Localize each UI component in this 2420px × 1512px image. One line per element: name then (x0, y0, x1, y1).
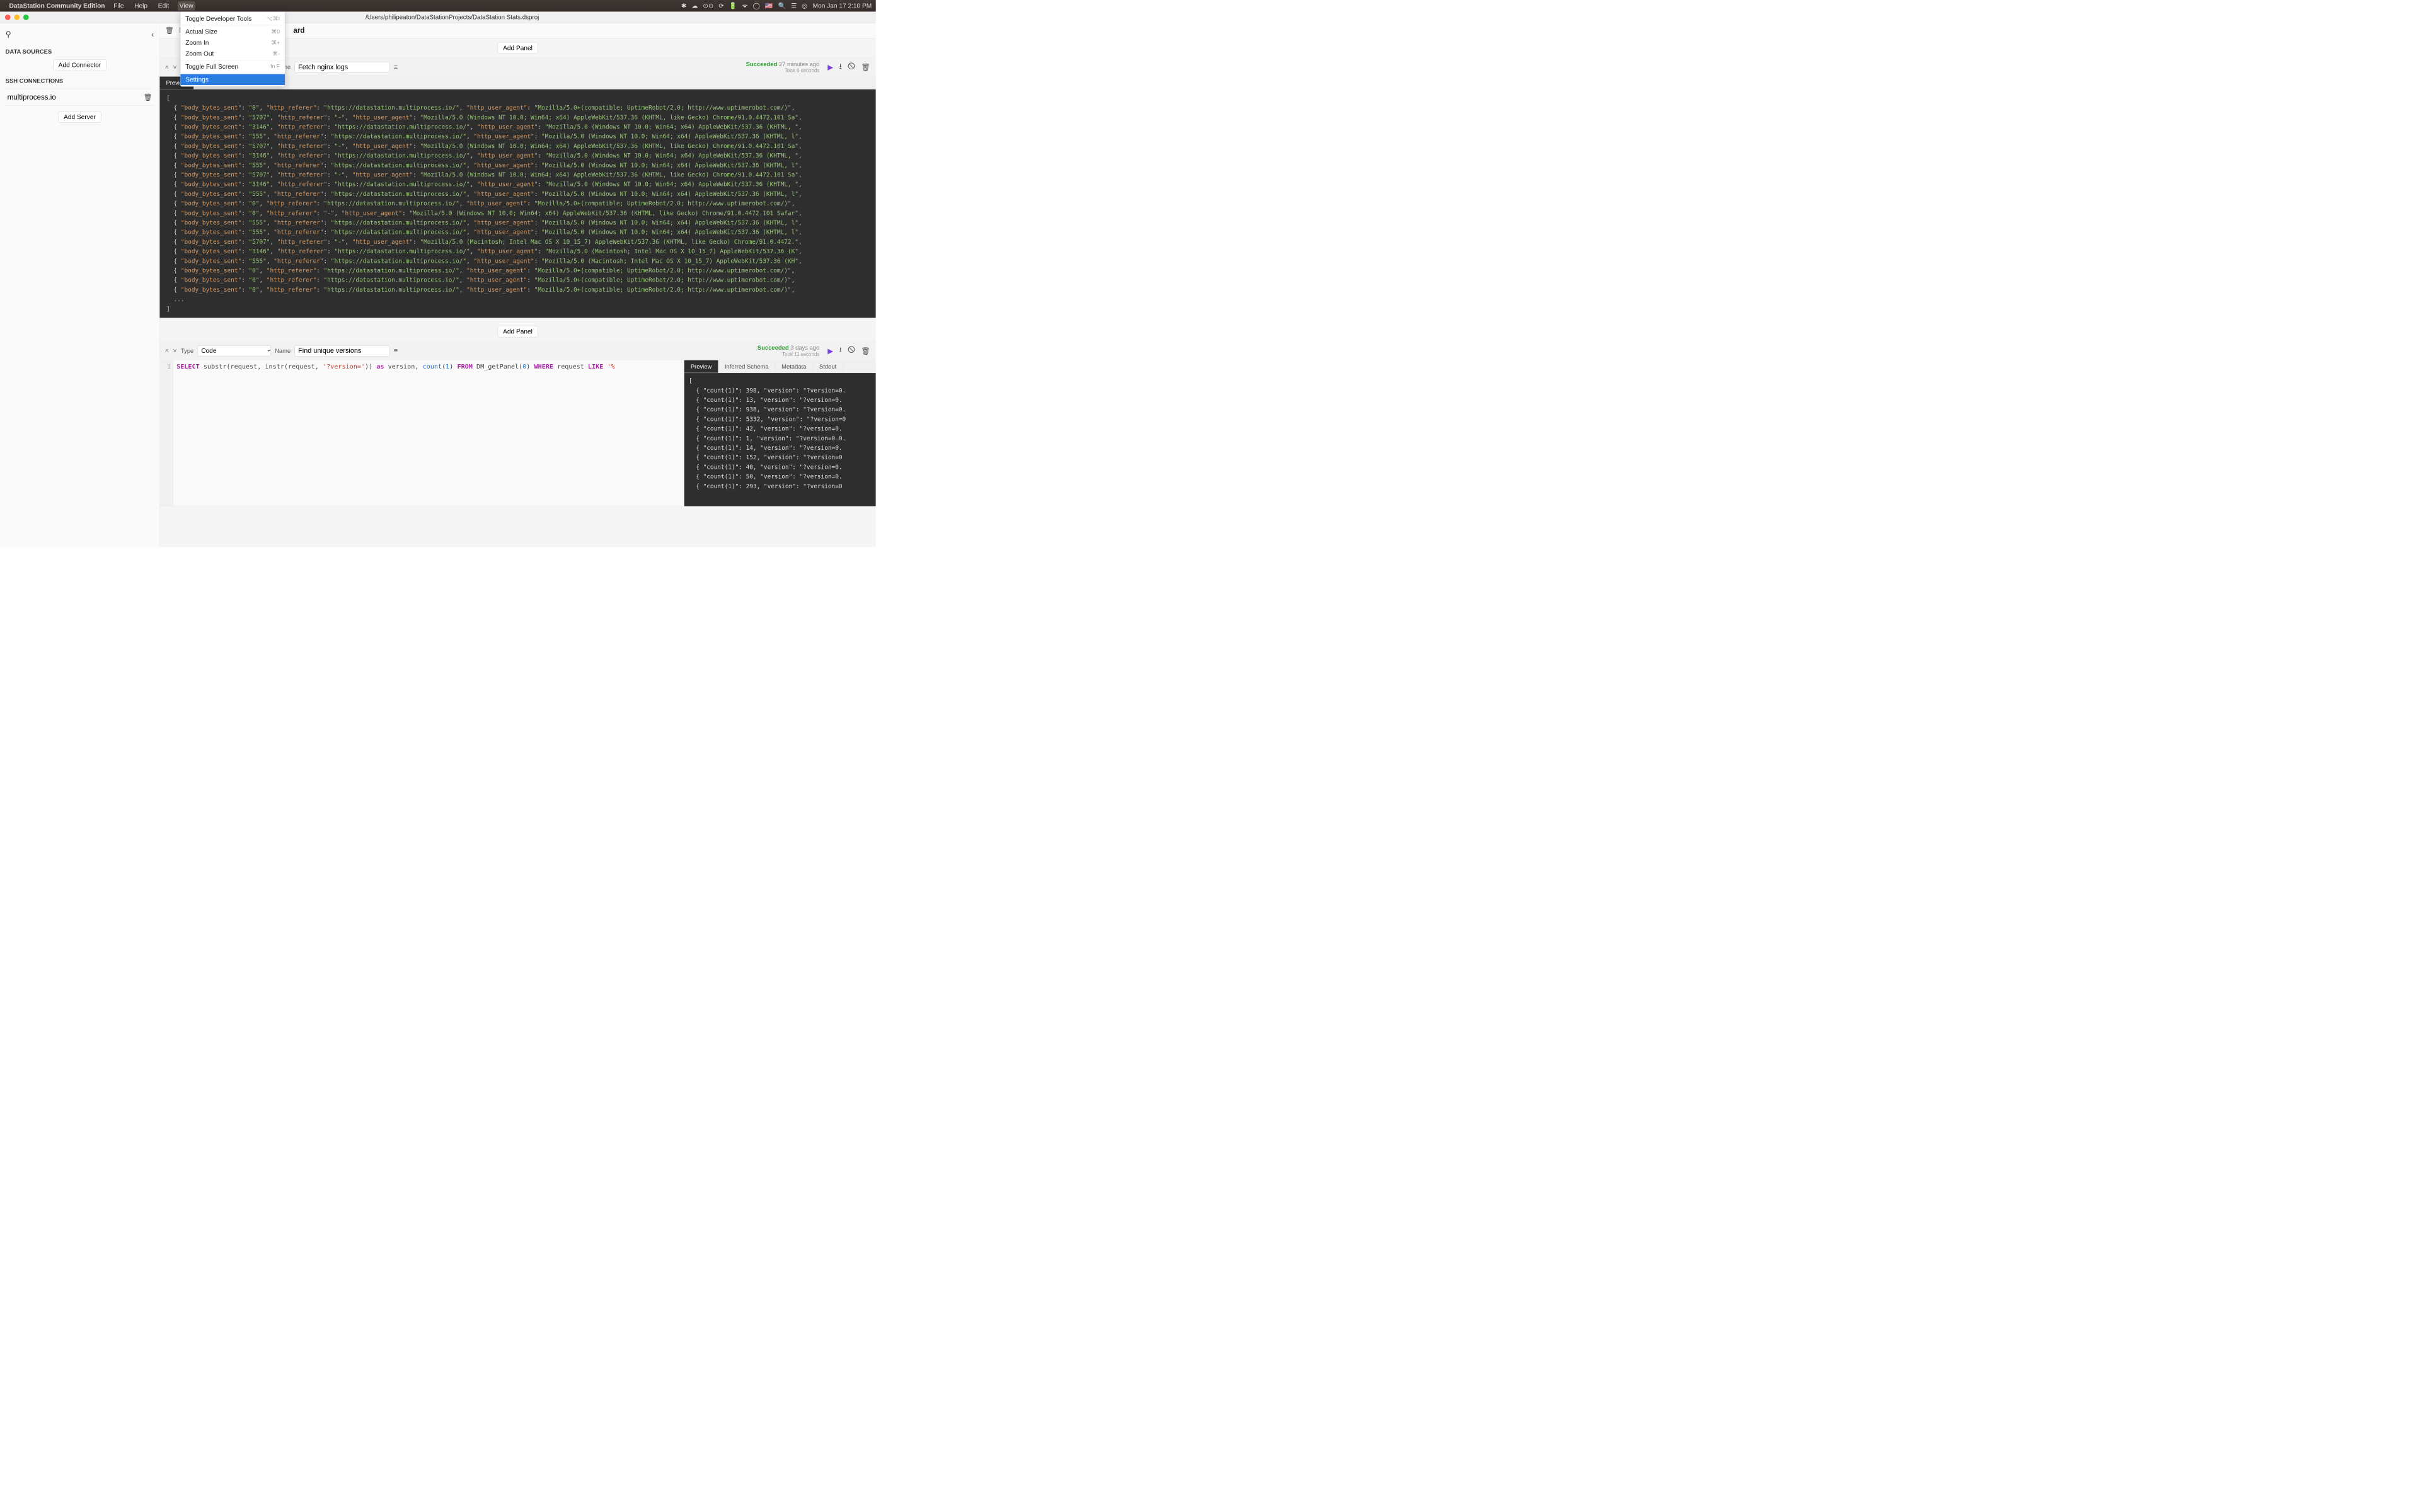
menu-zoom-in[interactable]: Zoom In⌘+ (180, 37, 285, 48)
menu-toggle-dev-tools[interactable]: Toggle Developer Tools⌥⌘I (180, 13, 285, 24)
main-area: 🗑 Editorard Add Panel ˄ ˅ Type File Name… (159, 23, 875, 547)
menubar-clock[interactable]: Mon Jan 17 2:10 PM (813, 2, 872, 9)
menu-actual-size[interactable]: Actual Size⌘0 (180, 26, 285, 37)
mac-menubar: DataStation Community Edition File Help … (0, 0, 876, 11)
panel1-expand-up-icon[interactable]: ˄ (165, 64, 169, 71)
panel-find-versions: ˄ ˅ Type Code Name ≡ Succeeded 3 days ag… (159, 341, 875, 507)
panel2-rtab-stdout[interactable]: Stdout (813, 360, 843, 373)
panel2-rtab-preview[interactable]: Preview (684, 360, 718, 373)
menubar-help[interactable]: Help (132, 1, 149, 10)
panel1-status-took: Took 6 seconds (746, 67, 820, 73)
panel1-download-icon[interactable]: ⭳ (839, 61, 842, 74)
panel2-status-when: 3 days ago (790, 344, 819, 351)
evernote-icon[interactable]: ✱ (681, 2, 686, 9)
panel2-type-label: Type (181, 347, 193, 354)
sidebar-heading-data-sources: DATA SOURCES (6, 48, 154, 55)
menu-zoom-out[interactable]: Zoom Out⌘- (180, 48, 285, 59)
user-icon[interactable]: ◯ (753, 2, 760, 9)
menubar-view[interactable]: View (178, 1, 195, 10)
panel2-name-input[interactable] (295, 345, 390, 356)
minimize-window-button[interactable] (14, 14, 20, 20)
add-panel-button-top[interactable]: Add Panel (498, 42, 538, 54)
glasses-icon[interactable]: ⊙⊙ (703, 2, 713, 9)
siri-icon[interactable]: ◎ (802, 2, 807, 9)
zoom-window-button[interactable] (23, 14, 29, 20)
panel2-expand-down-icon[interactable]: ˅ (173, 347, 176, 355)
battery-icon[interactable]: 🔋 (729, 2, 737, 9)
view-menu-dropdown: Toggle Developer Tools⌥⌘I Actual Size⌘0 … (180, 11, 285, 86)
sync-icon[interactable]: ⟳ (718, 2, 723, 9)
menubar-file[interactable]: File (112, 1, 125, 10)
panel2-rtab-metadata[interactable]: Metadata (775, 360, 813, 373)
close-window-button[interactable] (5, 14, 11, 20)
panel2-menu-icon[interactable]: ≡ (394, 347, 398, 355)
panel1-name-input[interactable] (295, 62, 390, 72)
panel2-download-icon[interactable]: ⭳ (839, 345, 842, 357)
add-connector-button[interactable]: Add Connector (53, 59, 106, 71)
menubar-appname[interactable]: DataStation Community Edition (9, 2, 105, 9)
panel2-result-tabs: Preview Inferred Schema Metadata Stdout (684, 360, 876, 373)
panel2-delete-icon[interactable]: 🗑 (861, 346, 870, 355)
menu-toggle-fullscreen[interactable]: Toggle Full Screenfn F (180, 61, 285, 72)
panel2-hide-icon[interactable]: 🛇 (848, 345, 855, 357)
sidebar: ⚲ ‹ DATA SOURCES Add Connector SSH CONNE… (0, 23, 159, 547)
search-icon[interactable]: ⚲ (6, 30, 11, 38)
editor-tab-right: ard (293, 26, 304, 35)
wifi-icon[interactable]: ᯤ (742, 1, 747, 10)
cloud-icon[interactable]: ☁ (691, 2, 698, 9)
spotlight-icon[interactable]: 🔍 (778, 2, 786, 9)
sidebar-collapse-icon[interactable]: ‹ (151, 30, 154, 39)
panel2-code-editor[interactable]: 1 SELECT substr(request, instr(request, … (159, 360, 684, 507)
add-server-button[interactable]: Add Server (59, 112, 101, 123)
delete-ssh-icon[interactable]: 🗑 (144, 93, 153, 101)
panel1-preview-json[interactable]: [ { "body_bytes_sent": "0", "http_refere… (159, 89, 875, 318)
panel2-rtab-schema[interactable]: Inferred Schema (718, 360, 775, 373)
panel2-status-took: Took 11 seconds (758, 352, 819, 357)
flag-icon[interactable]: 🇺🇸 (765, 2, 773, 9)
menu-settings[interactable]: Settings (180, 74, 285, 85)
panel2-type-select[interactable]: Code (198, 345, 271, 356)
window-title-path: /Users/philipeaton/DataStationProjects/D… (29, 14, 876, 21)
panel2-run-icon[interactable]: ▶ (827, 346, 833, 355)
panel1-status-ok: Succeeded (746, 60, 778, 67)
panel2-status-ok: Succeeded (758, 344, 789, 351)
panel1-delete-icon[interactable]: 🗑 (861, 63, 870, 72)
add-panel-button-mid[interactable]: Add Panel (498, 326, 538, 337)
panel2-expand-up-icon[interactable]: ˄ (165, 347, 169, 355)
delete-page-icon[interactable]: 🗑 (165, 26, 174, 35)
menubar-edit[interactable]: Edit (156, 1, 171, 10)
panel2-result-json[interactable]: [ { "count(1)": 398, "version": "?versio… (684, 373, 876, 506)
panel1-expand-down-icon[interactable]: ˅ (173, 64, 176, 71)
panel-fetch-nginx: ˄ ˅ Type File Name ≡ Succeeded 27 minute… (159, 58, 875, 318)
panel1-status-when: 27 minutes ago (779, 60, 819, 67)
ssh-host-label: multiprocess.io (8, 93, 56, 101)
panel2-name-label: Name (275, 347, 291, 354)
window-titlebar: /Users/philipeaton/DataStationProjects/D… (0, 11, 876, 23)
panel1-hide-icon[interactable]: 🛇 (848, 61, 855, 74)
control-center-icon[interactable]: ☰ (791, 2, 797, 9)
panel1-menu-icon[interactable]: ≡ (394, 63, 398, 71)
sidebar-heading-ssh: SSH CONNECTIONS (6, 77, 154, 84)
ssh-connection-row[interactable]: multiprocess.io 🗑 (6, 89, 154, 106)
panel1-run-icon[interactable]: ▶ (827, 63, 833, 72)
traffic-lights (5, 14, 29, 20)
